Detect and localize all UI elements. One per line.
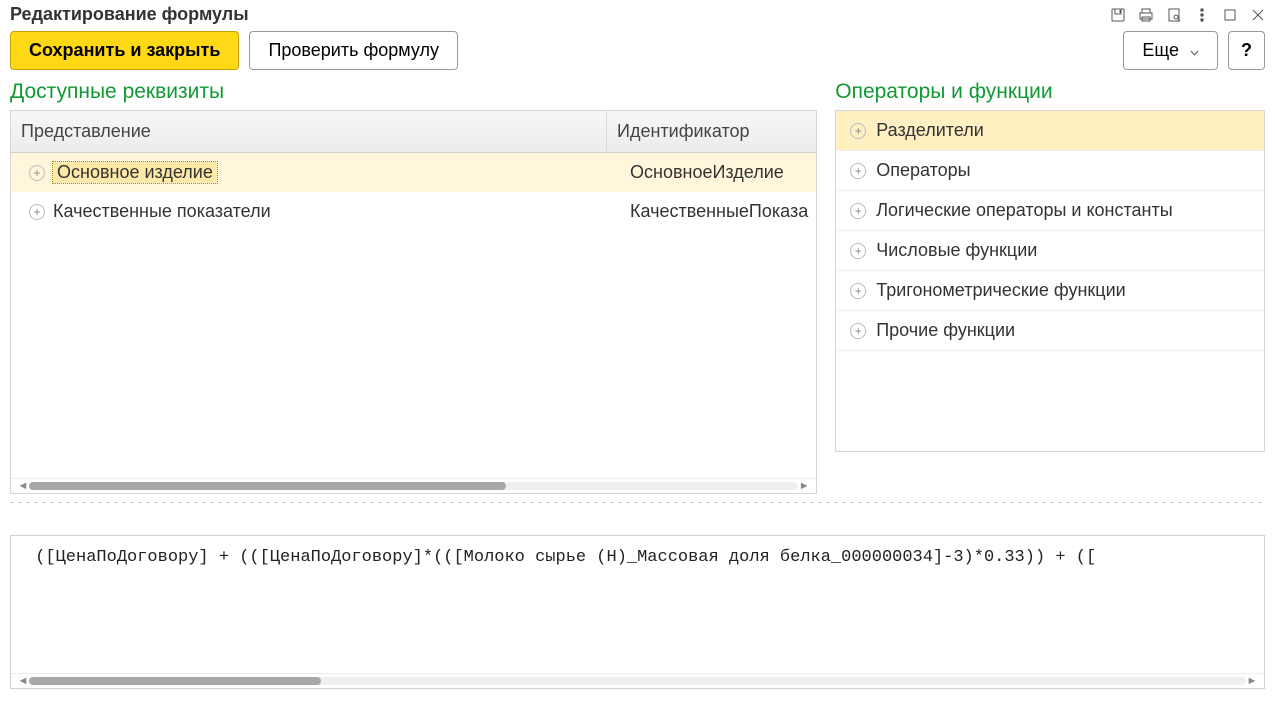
scroll-right-arrow-icon[interactable]: ► xyxy=(1246,675,1258,687)
scroll-left-arrow-icon[interactable]: ◄ xyxy=(17,675,29,687)
scroll-left-arrow-icon[interactable]: ◄ xyxy=(17,480,29,492)
titlebar: Редактирование формулы xyxy=(0,0,1275,31)
attributes-table: Представление Идентификатор + Основное и… xyxy=(10,110,817,494)
operators-title: Операторы и функции xyxy=(835,74,1265,110)
operators-group-label: Операторы xyxy=(876,160,970,181)
operators-group-label: Разделители xyxy=(876,120,984,141)
operators-group[interactable]: + Разделители xyxy=(836,111,1264,151)
expand-icon[interactable]: + xyxy=(850,323,866,339)
maximize-icon[interactable] xyxy=(1221,6,1239,24)
attributes-horizontal-scrollbar[interactable]: ◄ ► xyxy=(11,478,816,493)
operators-panel: Операторы и функции + Разделители + Опер… xyxy=(835,74,1265,494)
toolbar: Сохранить и закрыть Проверить формулу Ещ… xyxy=(0,31,1275,74)
attributes-header-identifier[interactable]: Идентификатор xyxy=(607,111,816,152)
formula-editor: ([ЦенаПоДоговору] + (([ЦенаПоДоговору]*(… xyxy=(10,535,1265,689)
scroll-track[interactable] xyxy=(29,482,798,490)
attributes-table-body: + Основное изделие ОсновноеИзделие + Кач… xyxy=(11,153,816,478)
row-representation: Качественные показатели xyxy=(53,201,271,222)
chevron-down-icon xyxy=(1190,40,1199,61)
expand-icon[interactable]: + xyxy=(29,204,45,220)
expand-icon[interactable]: + xyxy=(850,203,866,219)
available-attributes-panel: Доступные реквизиты Представление Иденти… xyxy=(10,74,817,494)
table-row[interactable]: + Качественные показатели КачественныеПо… xyxy=(11,192,816,231)
save-close-button[interactable]: Сохранить и закрыть xyxy=(10,31,239,70)
operators-group[interactable]: + Прочие функции xyxy=(836,311,1264,351)
operators-group[interactable]: + Логические операторы и константы xyxy=(836,191,1264,231)
operators-group-label: Числовые функции xyxy=(876,240,1037,261)
scroll-right-arrow-icon[interactable]: ► xyxy=(798,480,810,492)
attributes-table-header: Представление Идентификатор xyxy=(11,111,816,153)
formula-textarea[interactable]: ([ЦенаПоДоговору] + (([ЦенаПоДоговору]*(… xyxy=(11,536,1264,673)
titlebar-icons xyxy=(1109,6,1267,24)
scroll-track[interactable] xyxy=(29,677,1246,685)
operators-group[interactable]: + Операторы xyxy=(836,151,1264,191)
row-identifier: ОсновноеИзделие xyxy=(612,153,816,192)
attributes-title: Доступные реквизиты xyxy=(10,74,817,110)
window-title: Редактирование формулы xyxy=(10,4,249,25)
more-button-label: Еще xyxy=(1142,40,1179,60)
operators-group-label: Тригонометрические функции xyxy=(876,280,1125,301)
save-icon[interactable] xyxy=(1109,6,1127,24)
formula-horizontal-scrollbar[interactable]: ◄ ► xyxy=(11,673,1264,688)
expand-icon[interactable]: + xyxy=(850,123,866,139)
print-icon[interactable] xyxy=(1137,6,1155,24)
expand-icon[interactable]: + xyxy=(850,163,866,179)
operators-tree: + Разделители + Операторы + Логические о… xyxy=(835,110,1265,452)
check-formula-button[interactable]: Проверить формулу xyxy=(249,31,458,70)
row-representation: Основное изделие xyxy=(53,162,217,183)
horizontal-splitter[interactable] xyxy=(10,502,1265,503)
main-area: Доступные реквизиты Представление Иденти… xyxy=(0,74,1275,494)
operators-group[interactable]: + Числовые функции xyxy=(836,231,1264,271)
more-button[interactable]: Еще xyxy=(1123,31,1218,70)
row-identifier: КачественныеПоказа xyxy=(612,192,816,231)
operators-group-label: Прочие функции xyxy=(876,320,1015,341)
table-row[interactable]: + Основное изделие ОсновноеИзделие xyxy=(11,153,816,192)
expand-icon[interactable]: + xyxy=(850,283,866,299)
expand-icon[interactable]: + xyxy=(29,165,45,181)
expand-icon[interactable]: + xyxy=(850,243,866,259)
operators-group-label: Логические операторы и константы xyxy=(876,200,1172,221)
attributes-header-representation[interactable]: Представление xyxy=(11,111,607,152)
operators-group[interactable]: + Тригонометрические функции xyxy=(836,271,1264,311)
help-button[interactable]: ? xyxy=(1228,31,1265,70)
close-icon[interactable] xyxy=(1249,6,1267,24)
operators-empty-area xyxy=(836,351,1264,451)
kebab-icon[interactable] xyxy=(1193,6,1211,24)
preview-icon[interactable] xyxy=(1165,6,1183,24)
